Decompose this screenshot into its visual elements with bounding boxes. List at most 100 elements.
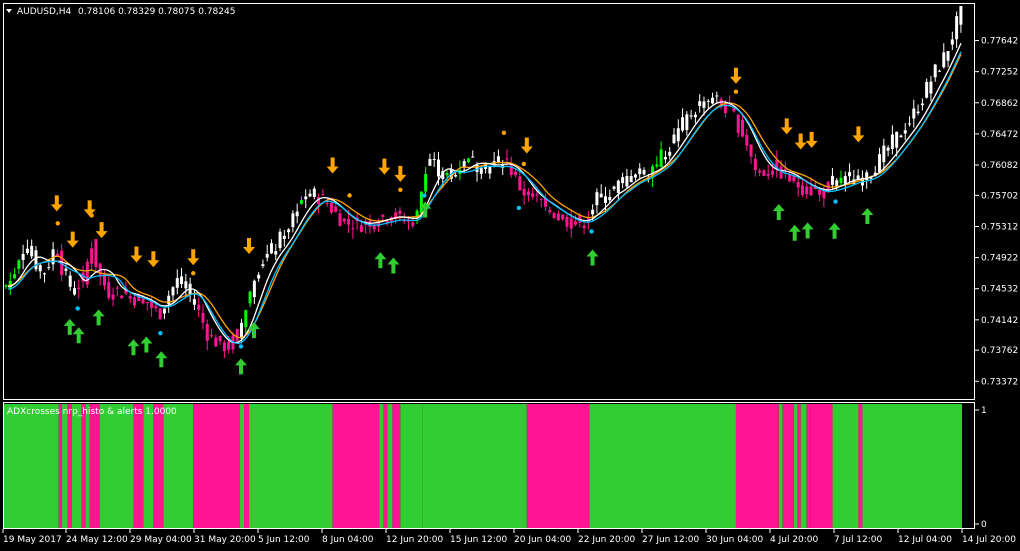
candle-body [676,128,680,142]
candle-body [655,164,659,167]
candle-body [235,329,239,341]
histogram-bar-up [248,404,333,528]
histogram-bar-up [589,404,736,528]
candle-body [381,214,385,217]
histogram-bar-up [832,404,859,528]
price-axis-label: 0.76472 [981,130,1018,140]
candle-body [73,288,77,295]
histogram-bar-up [143,404,154,528]
candle-body [629,176,633,183]
candle-body [689,115,693,117]
candle-body [411,222,415,226]
candle-body [556,213,560,221]
price-axis-label: 0.75312 [981,222,1018,232]
candle-body [454,175,458,177]
histogram-bar-down [392,404,401,528]
histogram-bar-down [735,404,779,528]
histogram-bar-down [193,404,241,528]
time-axis-label: 4 Jul 20:00 [770,535,819,545]
candle-body [141,298,145,304]
candle-body [535,194,539,196]
candle-body [505,158,509,160]
candle-body [685,114,689,131]
candle-body [120,295,124,299]
histogram-bar-up [862,404,962,528]
candle-body [616,180,620,193]
candle-body [929,81,933,94]
histogram-bar-up [163,404,194,528]
candle-body [796,181,800,188]
histogram-bar-down [332,404,380,528]
histogram-bar-down [243,404,249,528]
candle-body [192,299,196,305]
time-axis-label: 29 May 04:00 [130,535,192,545]
candle-body [184,281,188,289]
candle-body [526,191,530,196]
candle-body [711,97,715,104]
candle-body [398,210,402,214]
histogram-bar-up [778,404,783,528]
signal-dot-buy [589,229,594,234]
candle-body [758,170,762,173]
candle-body [128,296,132,299]
candle-body [210,335,214,337]
candle-body [933,64,937,78]
signal-dot-sell [501,130,507,136]
candle-body [741,119,745,137]
candle-body [942,52,946,68]
candle-body [659,149,663,167]
candle-body [569,218,573,229]
histogram-bar-up [85,404,90,528]
candle-body [466,158,470,162]
time-axis-label: 31 May 20:00 [194,535,256,545]
histogram-bar-down [858,404,863,528]
time-axis-label: 12 Jul 04:00 [898,535,952,545]
candle-body [809,186,813,196]
price-axis-label: 0.76082 [981,161,1018,171]
candle-body [145,301,149,304]
candle-body [261,264,265,267]
candle-body [908,123,912,125]
candle-body [214,337,218,347]
indicator-label: ADXcrosses nrp_histo & alerts 1.0000 [7,407,177,417]
candle-body [359,225,363,232]
candle-body [342,218,346,222]
histogram-bar-up [4,404,59,528]
price-chart[interactable]: AUDUSD,H4 0.78106 0.78329 0.78075 0.7824… [0,0,1020,551]
candle-body [436,159,440,177]
signal-dot-buy [158,331,163,336]
candle-body [162,308,166,314]
indicator-scale-top: 1 [981,406,987,416]
candle-body [295,211,299,217]
candle-body [955,16,959,40]
candle-body [197,304,201,310]
candle-body [920,103,924,106]
candle-body [269,243,273,254]
candle-body [561,214,565,220]
candle-body [693,114,697,118]
signal-dot-sell [398,187,403,193]
candle-body [257,274,261,279]
candle-body [471,156,475,158]
candle-body [43,273,47,275]
candle-body [201,312,205,323]
histogram-bar-up [800,404,807,528]
candle-body [167,295,171,305]
candle-body [351,228,355,230]
candle-body [518,176,522,191]
price-axis-label: 0.75702 [981,191,1018,201]
time-axis-label: 20 Jun 04:00 [514,535,571,545]
time-axis-label: 15 Jun 12:00 [450,535,507,545]
candle-body [574,221,578,225]
time-axis-label: 24 May 12:00 [66,535,128,545]
candle-body [591,209,595,215]
histogram-bar-down [782,404,794,528]
candle-body [68,275,72,287]
candle-body [287,229,291,233]
candle-body [899,135,903,138]
candle-body [565,217,569,227]
candle-body [282,235,286,240]
candle-body [90,248,94,264]
time-axis-label: 5 Jun 12:00 [258,535,310,545]
candle-body [625,176,629,187]
